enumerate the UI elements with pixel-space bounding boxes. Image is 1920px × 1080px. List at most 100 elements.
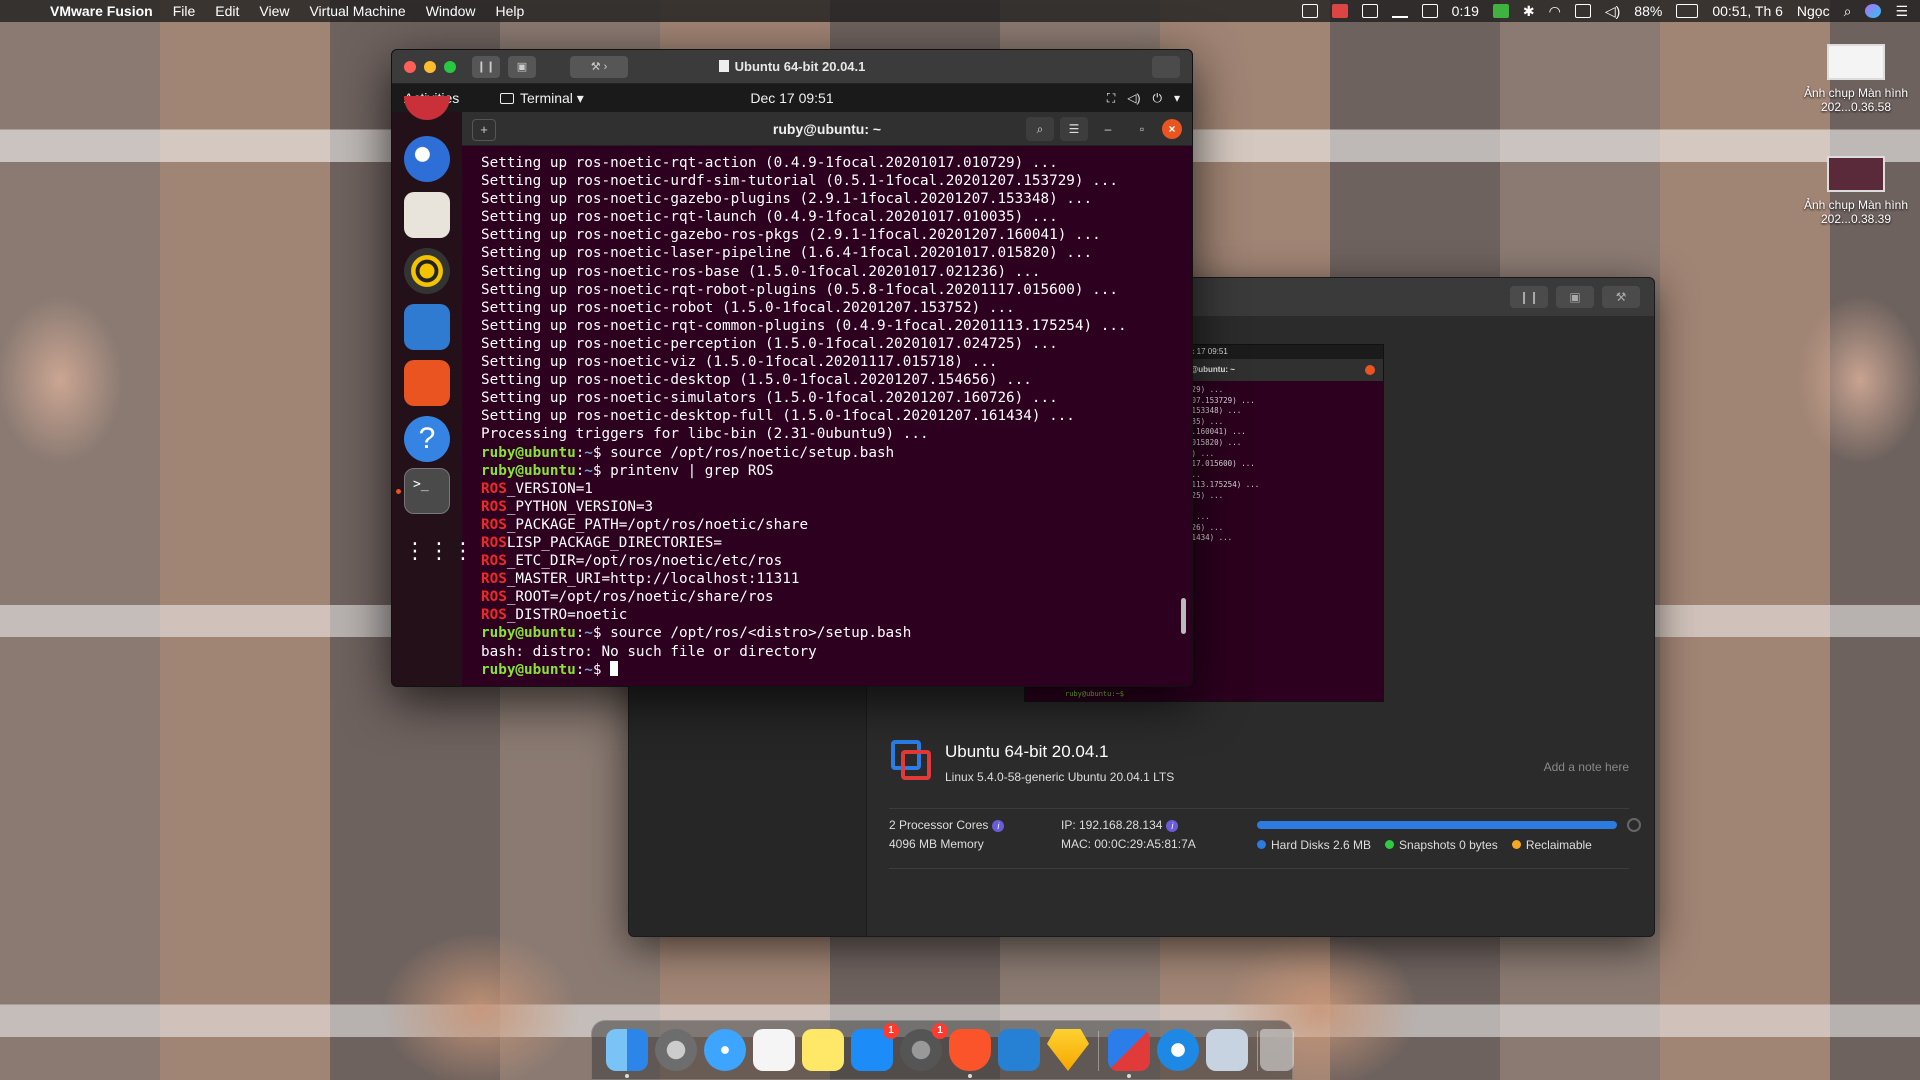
trash-icon[interactable] <box>1260 1029 1294 1071</box>
vscode-icon[interactable] <box>998 1029 1040 1071</box>
vm-window-titlebar[interactable]: ❙❙ ▣ ⚒ › Ubuntu 64-bit 20.04.1 <box>392 50 1192 84</box>
terminal-text: _ROOT=/opt/ros/noetic/share/ros <box>506 589 774 606</box>
vpn-icon[interactable] <box>1492 4 1509 18</box>
close-icon[interactable]: × <box>1162 119 1182 139</box>
terminal-dock-icon[interactable]: >_ <box>396 468 450 514</box>
command-line: ruby@ubuntu:~$ source /opt/ros/<distro>/… <box>481 624 1192 642</box>
menu-virtual-machine[interactable]: Virtual Machine <box>299 0 415 22</box>
preview-close-icon <box>1365 365 1375 375</box>
thunderbird-icon[interactable] <box>404 136 450 182</box>
settings-wrench-button[interactable]: ⚒ <box>1602 286 1640 308</box>
gnome-clock[interactable]: Dec 17 09:51 <box>392 84 1192 112</box>
maximize-icon[interactable]: ▫ <box>1128 117 1156 141</box>
reminders-icon[interactable] <box>753 1029 795 1071</box>
vmware-fusion-dock-icon[interactable] <box>1108 1029 1150 1078</box>
volume-icon[interactable]: ◁) <box>1605 3 1620 20</box>
menu-help[interactable]: Help <box>486 0 535 22</box>
siri-icon[interactable] <box>1865 4 1882 18</box>
battery-icon[interactable] <box>1676 4 1699 18</box>
menu-file[interactable]: File <box>163 0 206 22</box>
minimize-icon[interactable]: – <box>1094 117 1122 141</box>
menu-bar: VMware Fusion File Edit View Virtual Mac… <box>0 0 1920 22</box>
vmware-status-icon[interactable] <box>1301 4 1318 18</box>
grep-match: ROS <box>481 589 507 606</box>
preview-prompt: ruby@ubuntu:~$ <box>1025 687 1383 701</box>
brave-browser-icon[interactable] <box>949 1029 991 1078</box>
terminal-line: Setting up ros-noetic-rqt-action (0.4.9-… <box>481 154 1192 172</box>
notification-center-icon[interactable]: ☰ <box>1895 3 1908 20</box>
terminal-line: Setting up ros-noetic-viz (1.5.0-1focal.… <box>481 353 1192 371</box>
menu-window[interactable]: Window <box>416 0 486 22</box>
notes-icon[interactable] <box>802 1029 844 1071</box>
vm-window-title: Ubuntu 64-bit 20.04.1 <box>392 50 1192 84</box>
search-icon[interactable]: ⌕ <box>1026 117 1054 141</box>
prompt-dollar: $ <box>592 625 602 642</box>
launchpad-icon[interactable] <box>655 1029 697 1071</box>
desktop-file-screenshot-2[interactable]: Ảnh chụp Màn hình 202...0.38.39 <box>1796 156 1916 226</box>
vm-note-field[interactable]: Add a note here <box>1544 760 1629 774</box>
finder-icon[interactable] <box>606 1029 648 1078</box>
desktop-file-screenshot-1[interactable]: Ảnh chụp Màn hình 202...0.36.58 <box>1796 44 1916 114</box>
app-store-icon[interactable]: 1 <box>851 1023 899 1071</box>
preview-app-icon[interactable] <box>1206 1029 1248 1071</box>
legend-snapshots: Snapshots 0 bytes <box>1385 838 1498 852</box>
gnome-volume-icon[interactable]: ◁) <box>1127 84 1140 112</box>
show-applications-icon[interactable]: ⋮⋮⋮ <box>404 528 474 574</box>
system-preferences-icon[interactable]: 1 <box>900 1023 948 1071</box>
info-icon[interactable]: i <box>1166 819 1179 832</box>
terminal-output[interactable]: Setting up ros-noetic-rqt-action (0.4.9-… <box>462 146 1192 686</box>
settings-badge: 1 <box>932 1023 948 1039</box>
legend-hard-disks: Hard Disks 2.6 MB <box>1257 838 1371 852</box>
terminal-line: Setting up ros-noetic-perception (1.5.0-… <box>481 335 1192 353</box>
help-icon[interactable]: ? <box>404 416 450 462</box>
network-icon[interactable]: ⛶ <box>1107 84 1115 112</box>
dock-separator <box>1098 1031 1099 1071</box>
terminal-text: _MASTER_URI=http://localhost:11311 <box>506 571 800 588</box>
grep-match: ROS <box>481 534 507 551</box>
network-specs: IP: 192.168.28.134 i MAC: 00:0C:29:A5:81:… <box>1061 816 1196 854</box>
menu-app-name[interactable]: VMware Fusion <box>40 0 163 22</box>
prompt-path: ~ <box>584 444 593 461</box>
bluetooth-icon[interactable]: ✱ <box>1523 3 1535 20</box>
rhythmbox-icon[interactable] <box>404 248 450 294</box>
terminal-text: Processing triggers for libc-bin (2.31-0… <box>481 426 929 443</box>
prompt-sep: : <box>575 661 585 678</box>
dock-app-partial-icon[interactable] <box>404 96 450 120</box>
mirroring-icon[interactable] <box>1391 4 1408 18</box>
suspend-button[interactable]: ❙❙ <box>1510 286 1548 308</box>
menu-user[interactable]: Ngọc <box>1797 3 1830 19</box>
power-icon[interactable]: ⏻ <box>1152 84 1162 112</box>
wifi-icon[interactable]: ◠ <box>1549 3 1561 20</box>
sketch-icon[interactable] <box>1047 1029 1089 1071</box>
recorder-icon[interactable] <box>1361 4 1378 18</box>
prompt-dollar: $ <box>592 462 602 479</box>
timer-battery-icon[interactable] <box>1421 4 1438 18</box>
fullscreen-toggle-button[interactable] <box>1152 56 1180 78</box>
system-menu-chevron-down-icon[interactable]: ▾ <box>1174 84 1180 112</box>
teamviewer-icon[interactable] <box>1157 1029 1199 1071</box>
menu-view[interactable]: View <box>249 0 299 22</box>
menu-edit[interactable]: Edit <box>205 0 249 22</box>
memory: 4096 MB Memory <box>889 837 984 851</box>
terminal-line: Setting up ros-noetic-desktop (1.5.0-1fo… <box>481 371 1192 389</box>
battery-percent[interactable]: 88% <box>1634 3 1662 19</box>
prompt-user: ruby@ubuntu <box>481 444 576 461</box>
terminal-text: Setting up ros-noetic-gazebo-plugins (2.… <box>481 191 1093 208</box>
screen-record-icon[interactable] <box>1331 4 1348 18</box>
software-center-icon[interactable] <box>404 360 450 406</box>
safari-icon[interactable] <box>704 1029 746 1071</box>
libreoffice-writer-icon[interactable] <box>404 304 450 350</box>
prompt-sep: : <box>575 625 585 642</box>
snapshot-button[interactable]: ▣ <box>1556 286 1594 308</box>
files-icon[interactable] <box>404 192 450 238</box>
info-icon[interactable]: i <box>992 819 1005 832</box>
menu-timer[interactable]: 0:19 <box>1452 3 1479 19</box>
terminal-scrollbar[interactable] <box>1181 598 1186 634</box>
input-source-icon[interactable] <box>1574 4 1591 18</box>
hamburger-menu-icon[interactable]: ☰ <box>1060 117 1088 141</box>
spotlight-icon[interactable]: ⌕ <box>1844 3 1852 20</box>
terminal-line: Setting up ros-noetic-gazebo-ros-pkgs (2… <box>481 226 1192 244</box>
menu-clock[interactable]: 00:51, Th 6 <box>1712 3 1783 19</box>
file-thumbnail <box>1827 44 1885 80</box>
disk-refresh-icon[interactable] <box>1627 818 1641 832</box>
